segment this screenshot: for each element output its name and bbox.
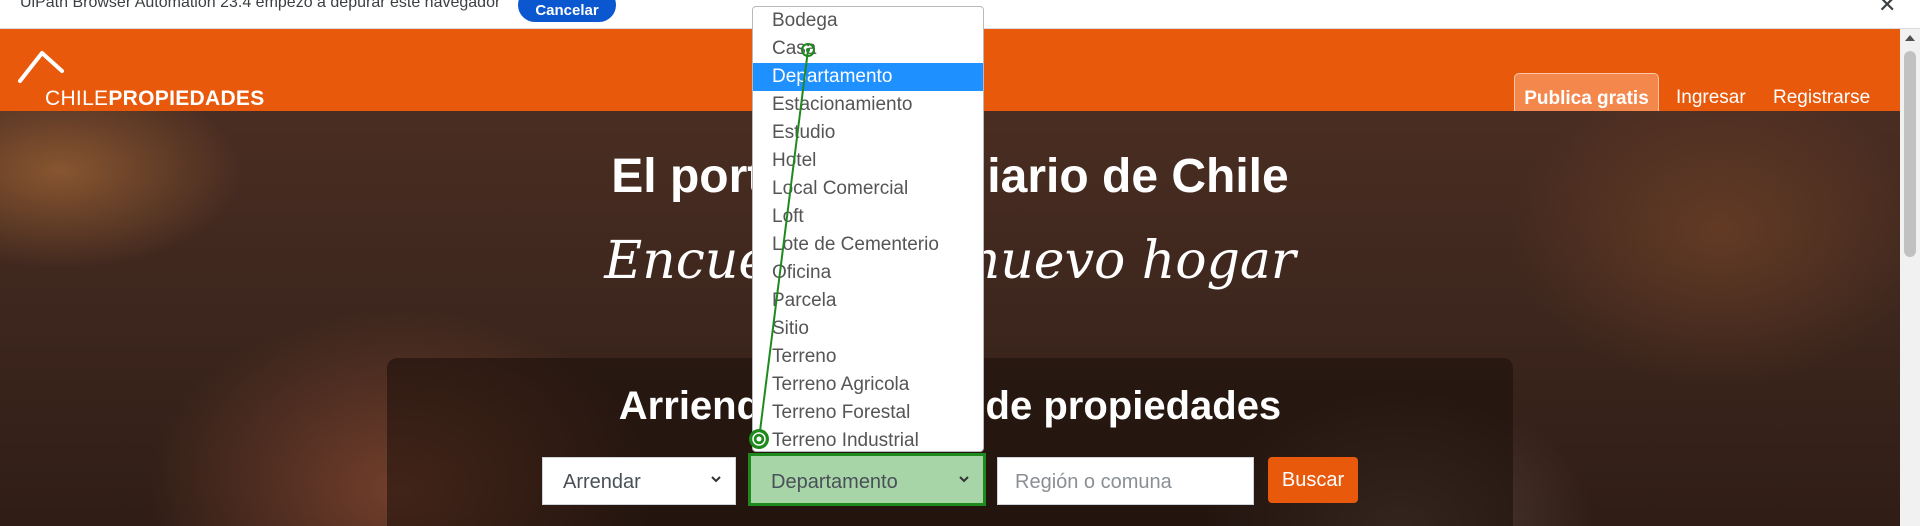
registrarse-link[interactable]: Registrarse <box>1773 87 1870 109</box>
logo-text-light: CHILE <box>45 87 109 110</box>
dropdown-option[interactable]: Terreno Industrial <box>753 427 983 451</box>
dropdown-option[interactable]: Terreno Agricola <box>753 371 983 399</box>
ingresar-link[interactable]: Ingresar <box>1676 87 1746 109</box>
page-scrollbar[interactable] <box>1900 29 1920 526</box>
operacion-select[interactable]: Arrendar <box>542 457 736 505</box>
operacion-value: Arrendar <box>563 471 641 493</box>
region-comuna-input[interactable]: Región o comuna <box>997 457 1254 505</box>
dropdown-option[interactable]: Estacionamiento <box>753 91 983 119</box>
buscar-button[interactable]: Buscar <box>1268 457 1358 503</box>
dropdown-option[interactable]: Local Comercial <box>753 175 983 203</box>
debug-message: UiPath Browser Automation 23.4 empezó a … <box>20 0 501 11</box>
scroll-up-arrow-icon[interactable] <box>1905 35 1915 41</box>
site-logo[interactable]: CHILEPROPIEDADES <box>18 49 278 110</box>
dropdown-option[interactable]: Estudio <box>753 119 983 147</box>
logo-text-bold: PROPIEDADES <box>108 87 265 110</box>
dropdown-option-selected[interactable]: Departamento <box>753 63 983 91</box>
scroll-thumb[interactable] <box>1904 51 1916 257</box>
logo-text: CHILEPROPIEDADES <box>45 87 265 111</box>
dropdown-option[interactable]: Sitio <box>753 315 983 343</box>
dropdown-option[interactable]: Lote de Cementerio <box>753 231 983 259</box>
tipo-value: Departamento <box>771 471 898 493</box>
dropdown-option[interactable]: Oficina <box>753 259 983 287</box>
dropdown-option[interactable]: Terreno Forestal <box>753 399 983 427</box>
cancel-debug-button[interactable]: Cancelar <box>518 0 616 22</box>
close-icon[interactable]: ✕ <box>1878 0 1896 18</box>
dropdown-option[interactable]: Bodega <box>753 7 983 35</box>
dropdown-option[interactable]: Casa <box>753 35 983 63</box>
dropdown-option[interactable]: Hotel <box>753 147 983 175</box>
dropdown-option[interactable]: Loft <box>753 203 983 231</box>
dropdown-option[interactable]: Parcela <box>753 287 983 315</box>
tipo-dropdown-list[interactable]: Bodega Casa Departamento Estacionamiento… <box>752 6 984 452</box>
chevron-down-icon <box>959 476 969 483</box>
tipo-propiedad-select[interactable]: Departamento <box>748 453 986 506</box>
chevron-down-icon <box>711 476 721 483</box>
house-roof-icon <box>18 51 64 83</box>
dropdown-option[interactable]: Terreno <box>753 343 983 371</box>
